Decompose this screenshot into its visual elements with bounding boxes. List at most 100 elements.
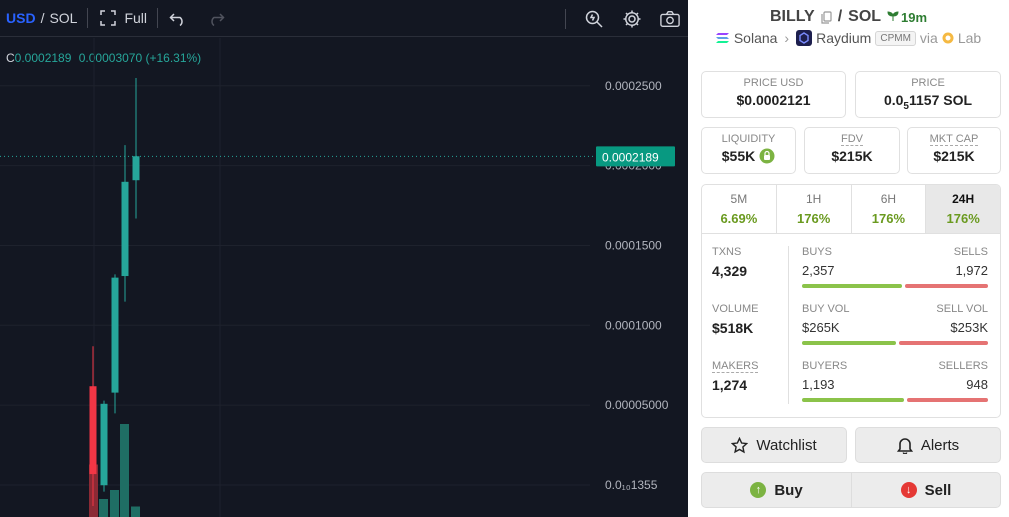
toolbar-right: [565, 0, 688, 37]
y-tick-label: 0.0001000: [605, 318, 662, 332]
buyers-sellers-bar: [802, 398, 988, 402]
via-source[interactable]: Lab: [958, 30, 981, 46]
star-icon: [731, 436, 749, 454]
tab-5m[interactable]: 5M 6.69%: [702, 185, 777, 233]
sellers-label: SELLERS: [938, 360, 988, 372]
buy-sell-vol-bar: [802, 341, 988, 345]
toolbar-divider: [87, 8, 89, 28]
volume-bar: [131, 506, 140, 517]
chevron-right-icon: ›: [784, 30, 790, 46]
liquidity-label: LIQUIDITY: [721, 133, 776, 145]
trade-stats: TXNS 4,329 BUYS SELLS 2,357 1,972 VOLUME $…: [701, 234, 1001, 418]
seedling-icon: [887, 10, 899, 25]
stats-row-volume: VOLUME $518K BUY VOL SELL VOL $265K $253K: [702, 291, 1000, 348]
fdv-value: $215K: [831, 148, 873, 164]
price-sol-value: 0.051157 SOL: [883, 92, 973, 112]
stats-row-makers: MAKERS 1,274 BUYERS SELLERS 1,193 948: [702, 348, 1000, 405]
candle-body: [121, 181, 129, 277]
copy-icon[interactable]: [821, 10, 832, 24]
stats-row-txns: TXNS 4,329 BUYS SELLS 2,357 1,972: [702, 234, 1000, 291]
watchlist-button[interactable]: Watchlist: [701, 427, 847, 463]
mcap-label[interactable]: MKT CAP: [929, 133, 979, 146]
tab-24h[interactable]: 24H 176%: [926, 185, 1000, 233]
buy-button[interactable]: ↑ Buy: [701, 472, 852, 508]
volume-bar: [99, 499, 108, 517]
buys-label: BUYS: [802, 246, 832, 258]
alerts-button[interactable]: Alerts: [855, 427, 1001, 463]
camera-icon[interactable]: [660, 9, 680, 29]
mcap-card: MKT CAP $215K: [907, 127, 1001, 174]
fdv-card: FDV $215K: [804, 127, 900, 174]
tab-6h[interactable]: 6H 176%: [852, 185, 927, 233]
sell-button[interactable]: ↓ Sell: [851, 472, 1001, 508]
redo-icon: [206, 8, 226, 28]
quick-search-icon[interactable]: [584, 9, 604, 29]
y-tick-label: 0.0002500: [605, 79, 662, 93]
expand-icon: [98, 8, 118, 28]
volume-value: $518K: [712, 320, 754, 336]
price-usd-value: $0.0002121: [736, 92, 811, 108]
price-usd-label: PRICE USD: [743, 77, 804, 89]
arrow-up-icon: ↑: [750, 482, 767, 498]
chart-grid: [0, 38, 596, 517]
redo-button[interactable]: [206, 0, 226, 36]
raydium-icon: [796, 30, 813, 46]
txns-label: TXNS: [712, 246, 742, 258]
volume-bars: [89, 424, 140, 517]
price-axis[interactable]: 0.00025000.00020000.00015000.00010000.00…: [596, 79, 675, 492]
sells-value: 1,972: [955, 263, 988, 278]
gear-icon[interactable]: [622, 9, 642, 29]
volume-bar: [120, 424, 129, 517]
lock-icon[interactable]: [759, 148, 775, 164]
undo-icon: [168, 8, 188, 28]
quote-symbol: SOL: [848, 8, 882, 25]
fullscreen-button[interactable]: Full: [98, 0, 147, 36]
bell-icon: [896, 437, 913, 454]
candle-body: [89, 386, 97, 475]
toolbar-divider: [565, 8, 566, 29]
y-tick-label: 0.0₁₀1355: [605, 478, 658, 492]
liquidity-card: LIQUIDITY $55K: [701, 127, 796, 174]
sell-vol-value: $253K: [950, 320, 988, 335]
fdv-label[interactable]: FDV: [841, 133, 863, 146]
sells-label: SELLS: [953, 246, 988, 258]
sellers-value: 948: [966, 377, 988, 392]
chain-name[interactable]: Solana: [734, 30, 778, 46]
currency-usd[interactable]: USD: [6, 10, 36, 26]
toolbar-divider: [157, 8, 159, 28]
y-tick-label: 0.0001500: [605, 238, 662, 252]
via-label: via: [919, 30, 938, 46]
buyers-label: BUYERS: [802, 360, 848, 372]
makers-label[interactable]: MAKERS: [712, 360, 759, 373]
arrow-down-icon: ↓: [900, 482, 917, 498]
price-usd-card: PRICE USD $0.0002121: [701, 71, 846, 118]
pair-info-panel: BILLY / SOL 19m Solana › Raydium CPMM vi…: [688, 0, 1009, 517]
candle-body: [100, 403, 108, 486]
sell-vol-label: SELL VOL: [936, 303, 988, 315]
price-chart[interactable]: 0.00025000.00020000.00015000.00010000.00…: [0, 38, 688, 517]
txns-value: 4,329: [712, 263, 748, 279]
mcap-value: $215K: [933, 148, 975, 164]
pair-header: BILLY / SOL 19m Solana › Raydium CPMM vi…: [688, 0, 1009, 46]
y-tick-label: 0.00005000: [605, 398, 669, 412]
solana-icon: [715, 32, 730, 44]
pair-slash: /: [837, 8, 843, 25]
price-sol-card: PRICE 0.051157 SOL: [855, 71, 1001, 118]
currency-toggle[interactable]: USD / SOL: [0, 0, 77, 36]
buys-sells-bar: [802, 284, 988, 288]
timeframe-tabs: 5M 6.69% 1H 176% 6H 176% 24H 176%: [701, 184, 1001, 234]
app-root: USD / SOL Full C0.0002189 0.00003070 (+1…: [0, 0, 1009, 517]
dex-name[interactable]: Raydium: [816, 30, 871, 46]
token-symbol: BILLY: [769, 8, 815, 25]
undo-button[interactable]: [168, 0, 188, 36]
buy-vol-label: BUY VOL: [802, 303, 850, 315]
lab-icon: [942, 32, 954, 44]
buys-value: 2,357: [802, 263, 835, 278]
candles: [89, 78, 140, 506]
chart-pane[interactable]: USD / SOL Full C0.0002189 0.00003070 (+1…: [0, 0, 688, 517]
candle-body: [111, 277, 119, 393]
liquidity-value: $55K: [702, 148, 795, 164]
currency-sol[interactable]: SOL: [49, 10, 77, 26]
pair-age: 19m: [887, 10, 927, 25]
tab-1h[interactable]: 1H 176%: [777, 185, 852, 233]
